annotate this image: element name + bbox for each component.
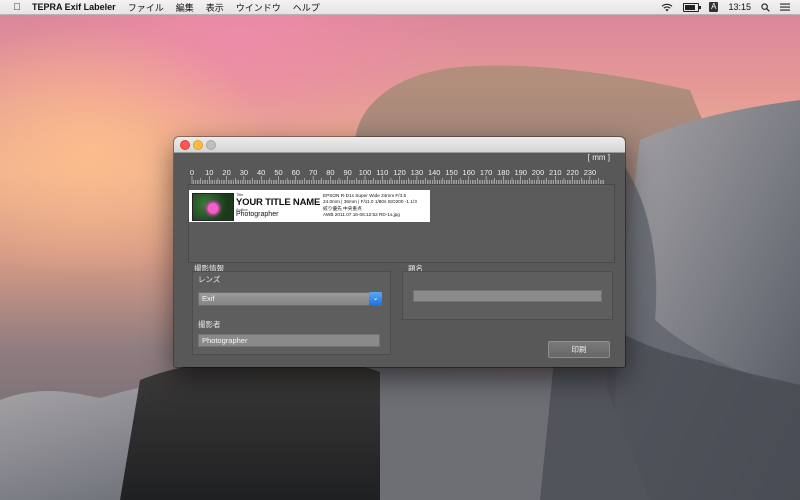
ruler-tick-label: 30	[240, 168, 248, 177]
zoom-window-button[interactable]	[206, 140, 216, 150]
notification-center-icon[interactable]	[780, 3, 790, 11]
ruler-tick-label: 210	[549, 168, 562, 177]
exif-line: AWB 2011.07.16-06:12:52 RD-1s.jpg	[323, 212, 400, 218]
ruler-tick-label: 140	[428, 168, 441, 177]
menu-edit[interactable]: 編集	[176, 1, 194, 14]
close-window-button[interactable]	[180, 140, 190, 150]
spotlight-search-icon[interactable]	[761, 2, 770, 12]
exif-info: EPSON R-D1s Super Wide 24mm F/3.5 24.0mm…	[323, 193, 417, 219]
title-field[interactable]	[413, 290, 602, 302]
ruler-tick-label: 160	[463, 168, 476, 177]
apple-logo-icon[interactable]: 	[8, 2, 26, 13]
mm-ruler: 0 10 20 30 40 50 60 70 80 90 100 110 120 130 140 150 160…	[188, 168, 613, 184]
lens-label: レンズ	[198, 275, 221, 284]
photographer-label: 撮影者	[198, 320, 221, 329]
app-window: [ mm ] 0 10 20 30 40 50 60 70 80 90 100 110 120 130 14…	[174, 137, 625, 367]
ruler-tick-label: 150	[445, 168, 458, 177]
menu-bar-status-area: A 13:15	[661, 0, 790, 14]
label-preview: Title YOUR TITLE NAME Author Photographe…	[189, 190, 430, 222]
menu-help[interactable]: ヘルプ	[293, 1, 320, 14]
ruler-tick-label: 220	[566, 168, 579, 177]
menu-clock[interactable]: 13:15	[728, 2, 751, 12]
minimize-window-button[interactable]	[193, 140, 203, 150]
ruler-tick-label: 0	[190, 168, 194, 177]
battery-icon[interactable]	[683, 2, 702, 12]
label-author: Photographer	[236, 211, 279, 218]
ruler-tick-label: 100	[359, 168, 372, 177]
chevron-down-icon[interactable]: ⌄	[369, 292, 382, 306]
ruler-tick-label: 70	[309, 168, 317, 177]
menu-bar:  TEPRA Exif Labeler ファイル 編集 表示 ウインドウ ヘル…	[0, 0, 800, 15]
menu-file[interactable]: ファイル	[128, 1, 164, 14]
unit-label: [ mm ]	[587, 153, 610, 162]
ruler-tick-label: 190	[514, 168, 527, 177]
ruler-tick-label: 230	[584, 168, 597, 177]
exif-line: 24.0mm | 36mm | F/11.0 1/80s ISO200 -1 1…	[323, 199, 417, 205]
ruler-tick-label: 80	[326, 168, 334, 177]
input-source-indicator[interactable]: A	[709, 2, 719, 12]
photographer-field[interactable]: Photographer	[198, 334, 380, 347]
window-titlebar[interactable]	[174, 137, 625, 153]
ruler-tick-label: 90	[344, 168, 352, 177]
label-title: YOUR TITLE NAME	[236, 197, 321, 208]
ruler-tick-label: 50	[274, 168, 282, 177]
wifi-icon[interactable]	[661, 3, 673, 12]
lens-select-value: Exif	[202, 294, 215, 303]
ruler-tick-label: 10	[205, 168, 213, 177]
ruler-tick-label: 200	[532, 168, 545, 177]
ruler-tick-label: 120	[393, 168, 406, 177]
ruler-tick-label: 60	[292, 168, 300, 177]
menu-window[interactable]: ウインドウ	[236, 1, 281, 14]
ruler-tick-label: 180	[497, 168, 510, 177]
ruler-tick-label: 20	[222, 168, 230, 177]
ruler-tick-label: 40	[257, 168, 265, 177]
menu-app-name[interactable]: TEPRA Exif Labeler	[32, 2, 116, 12]
ruler-tick-label: 130	[411, 168, 424, 177]
print-button[interactable]: 印刷	[548, 341, 610, 358]
ruler-tick-label: 110	[376, 168, 388, 177]
photo-thumbnail	[192, 193, 234, 221]
lens-select[interactable]: Exif ⌄	[198, 292, 382, 306]
ruler-tick-label: 170	[480, 168, 493, 177]
menu-view[interactable]: 表示	[206, 1, 224, 14]
